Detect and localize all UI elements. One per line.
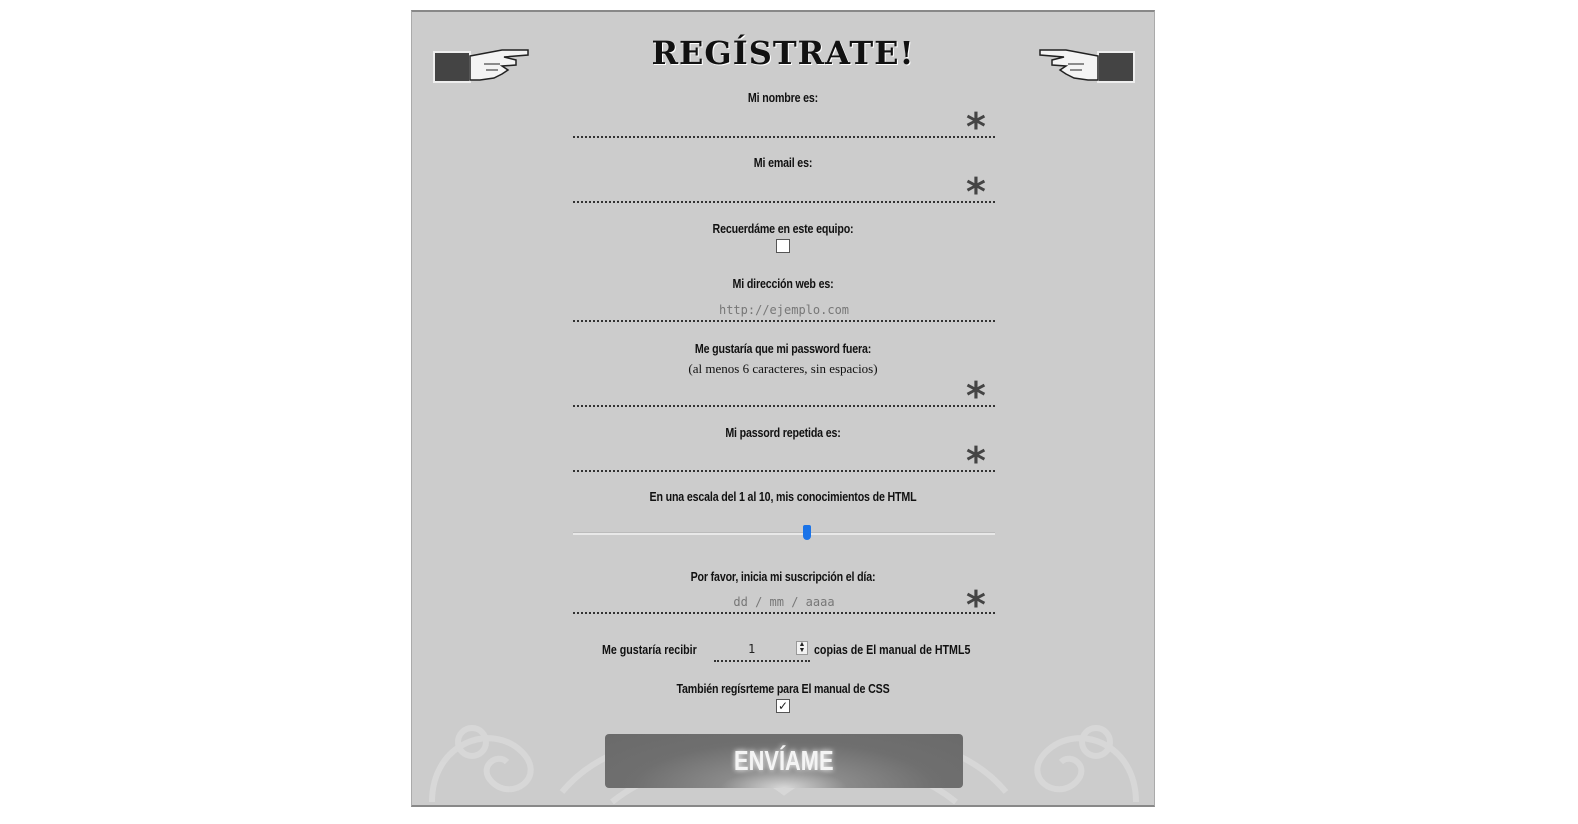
email-input[interactable] [573, 181, 995, 203]
copies-suffix: copias de El manual de HTML5 [814, 642, 971, 657]
required-marker: * [966, 583, 986, 627]
password-hint: (al menos 6 caracteres, sin espacios) [688, 361, 878, 376]
password-repeat-input[interactable] [573, 450, 995, 472]
start-date-input[interactable] [573, 592, 995, 614]
submit-label: ENVÍAME [734, 745, 834, 776]
remember-checkbox[interactable] [776, 239, 790, 253]
name-input[interactable] [573, 116, 995, 138]
skill-slider-track[interactable] [573, 532, 995, 535]
skill-label: En una escala del 1 al 10, mis conocimie… [649, 489, 917, 504]
registration-panel: REGÍSTRATE! Mi nombre es: * Mi email es:… [411, 10, 1155, 807]
password-input[interactable] [573, 385, 995, 407]
copies-row: Me gustaría recibir ▲▼ copias de El manu… [412, 638, 1154, 664]
name-label: Mi nombre es: [747, 90, 819, 105]
css-signup-label: También regísrteme para El manual de CSS [676, 681, 890, 696]
required-marker: * [966, 105, 986, 149]
css-signup-checkbox[interactable]: ✓ [776, 699, 790, 713]
password-label: Me gustaría que mi password fuera: [694, 341, 872, 356]
copies-prefix: Me gustaría recibir [602, 642, 697, 657]
password-repeat-label: Mi passord repetida es: [725, 425, 841, 440]
submit-button[interactable]: ENVÍAME [605, 734, 963, 788]
skill-slider-thumb[interactable] [803, 525, 811, 540]
form-title: REGÍSTRATE! [651, 34, 915, 72]
website-input[interactable] [573, 300, 995, 322]
required-marker: * [966, 374, 986, 418]
website-label: Mi dirección web es: [732, 276, 834, 291]
required-marker: * [966, 170, 986, 214]
email-label: Mi email es: [753, 155, 813, 170]
spinner-arrows-icon[interactable]: ▲ ▼ [796, 641, 808, 655]
start-date-label: Por favor, inicia mi suscripción el día: [690, 569, 876, 584]
required-marker: * [966, 439, 986, 483]
remember-label: Recuerdáme en este equipo: [712, 221, 854, 236]
